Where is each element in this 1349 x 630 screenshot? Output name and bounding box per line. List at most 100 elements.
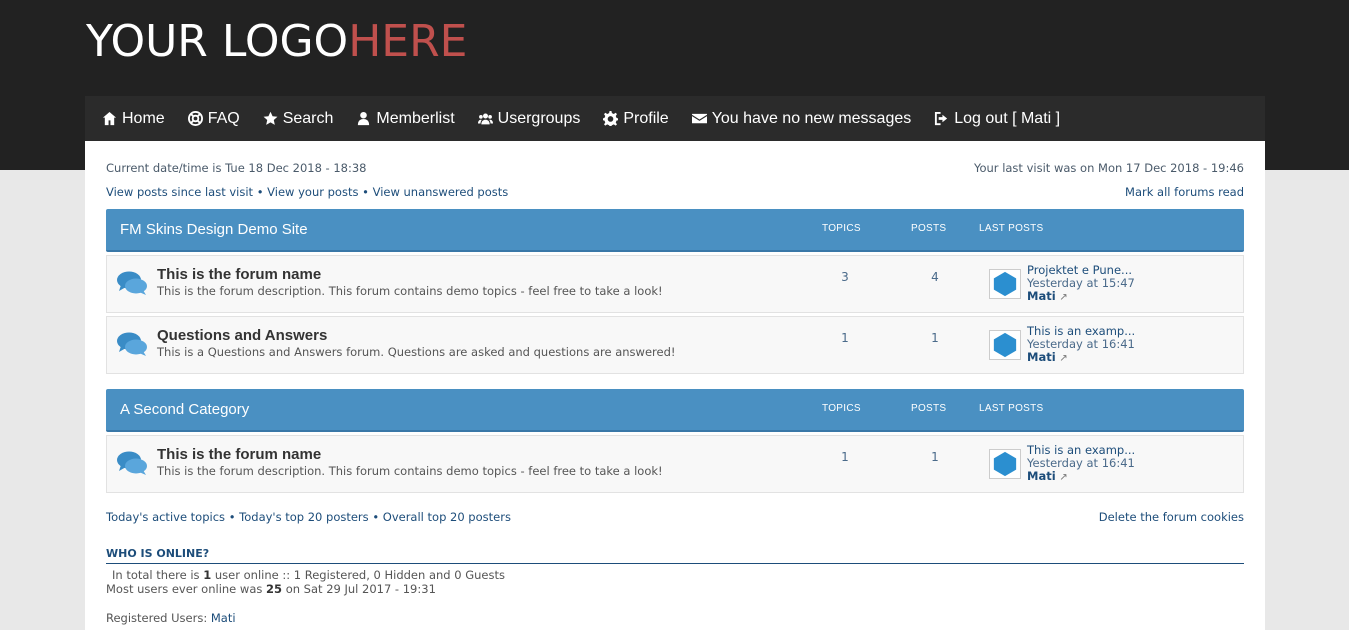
today-top-link[interactable]: Today's top 20 posters xyxy=(239,510,369,524)
record-text: Most users ever online was xyxy=(106,582,263,596)
registered-label: Registered Users: xyxy=(106,611,208,625)
main-nav: Home FAQ Search Memberlist Usergroups Pr… xyxy=(85,96,1265,141)
gear-icon xyxy=(603,111,619,126)
logo-main-text: YOUR LOGO xyxy=(86,16,349,67)
view-latest-icon[interactable]: ↗ xyxy=(1059,353,1067,364)
posts-header: POSTS xyxy=(911,403,947,414)
forum-description: This is the forum description. This foru… xyxy=(157,284,663,298)
topic-count: 1 xyxy=(841,331,849,345)
star-icon xyxy=(263,111,278,125)
category-title[interactable]: A Second Category xyxy=(120,401,249,418)
delete-cookies-link[interactable]: Delete the forum cookies xyxy=(1099,510,1244,524)
nav-label: Home xyxy=(122,109,165,127)
forum-name[interactable]: This is the forum name xyxy=(157,266,321,283)
nav-label: You have no new messages xyxy=(711,109,912,127)
lifebuoy-icon xyxy=(187,111,203,126)
nav-messages[interactable]: You have no new messages xyxy=(691,109,912,128)
separator: • xyxy=(228,510,236,524)
nav-label: Log out [ Mati ] xyxy=(954,109,1061,127)
last-post-info: This is an examp... Yesterday at 16:41 M… xyxy=(1027,325,1135,365)
nav-label: Memberlist xyxy=(376,109,455,127)
post-count: 1 xyxy=(931,331,939,345)
nav-memberlist[interactable]: Memberlist xyxy=(356,109,455,128)
nav-search[interactable]: Search xyxy=(263,109,334,128)
site-logo[interactable]: YOUR LOGOHERE xyxy=(86,14,467,70)
online-count: 1 xyxy=(203,568,212,582)
record-text: on Sat 29 Jul 2017 - 19:31 xyxy=(285,582,436,596)
home-icon xyxy=(102,111,117,126)
topics-header: TOPICS xyxy=(822,223,861,234)
chat-bubbles-icon xyxy=(117,271,147,295)
online-text: user online :: 1 Registered, 0 Hidden an… xyxy=(214,568,505,582)
today-active-link[interactable]: Today's active topics xyxy=(106,510,225,524)
last-post-user[interactable]: Mati xyxy=(1027,289,1056,303)
quick-links: View posts since last visit • View your … xyxy=(106,185,1244,199)
overall-top-link[interactable]: Overall top 20 posters xyxy=(383,510,511,524)
category-block: FM Skins Design Demo Site TOPICS POSTS L… xyxy=(106,209,1244,374)
avatar-logo-icon xyxy=(993,451,1017,477)
avatar[interactable] xyxy=(989,330,1021,360)
separator: • xyxy=(372,510,380,524)
user-icon xyxy=(358,111,370,126)
users-icon xyxy=(477,113,493,125)
forum-row: This is the forum name This is the forum… xyxy=(106,255,1244,313)
view-latest-icon[interactable]: ↗ xyxy=(1059,292,1067,303)
chat-bubbles-icon xyxy=(117,451,147,475)
view-yours-link[interactable]: View your posts xyxy=(267,185,358,199)
registered-user-link[interactable]: Mati xyxy=(211,611,236,625)
forum-description: This is the forum description. This foru… xyxy=(157,464,663,478)
nav-usergroups[interactable]: Usergroups xyxy=(477,109,581,128)
posts-header: POSTS xyxy=(911,223,947,234)
online-total: In total there is 1 user online :: 1 Reg… xyxy=(112,568,505,582)
avatar[interactable] xyxy=(989,449,1021,479)
avatar-logo-icon xyxy=(993,271,1017,297)
online-text: In total there is xyxy=(112,568,200,582)
logout-icon xyxy=(935,111,948,126)
envelope-icon xyxy=(691,113,707,124)
view-unanswered-link[interactable]: View unanswered posts xyxy=(373,185,509,199)
last-post-info: Projektet e Pune... Yesterday at 15:47 M… xyxy=(1027,264,1135,304)
current-datetime: Current date/time is Tue 18 Dec 2018 - 1… xyxy=(106,161,367,175)
chat-bubbles-icon xyxy=(117,332,147,356)
last-post-info: This is an examp... Yesterday at 16:41 M… xyxy=(1027,444,1135,484)
separator: • xyxy=(256,185,264,199)
bottom-links: Today's active topics • Today's top 20 p… xyxy=(106,510,1244,524)
nav-label: Profile xyxy=(623,109,669,127)
registered-users: Registered Users: Mati xyxy=(106,611,236,625)
avatar-logo-icon xyxy=(993,332,1017,358)
nav-label: FAQ xyxy=(207,109,240,127)
separator: • xyxy=(362,185,369,199)
post-count: 1 xyxy=(931,450,939,464)
last-post-user[interactable]: Mati xyxy=(1027,469,1056,483)
last-visit: Your last visit was on Mon 17 Dec 2018 -… xyxy=(973,161,1244,175)
topics-header: TOPICS xyxy=(822,403,861,414)
date-info: Current date/time is Tue 18 Dec 2018 - 1… xyxy=(106,161,1244,175)
last-post-user[interactable]: Mati xyxy=(1027,350,1056,364)
nav-faq[interactable]: FAQ xyxy=(187,109,240,128)
nav-profile[interactable]: Profile xyxy=(603,109,669,128)
forum-row: This is the forum name This is the forum… xyxy=(106,435,1244,493)
category-header: A Second Category TOPICS POSTS LAST POST… xyxy=(106,389,1244,432)
post-count: 4 xyxy=(931,270,939,284)
nav-label: Usergroups xyxy=(497,109,581,127)
nav-label: Search xyxy=(282,109,334,127)
avatar[interactable] xyxy=(989,269,1021,299)
category-title[interactable]: FM Skins Design Demo Site xyxy=(120,221,308,238)
content-panel: Current date/time is Tue 18 Dec 2018 - 1… xyxy=(85,141,1265,630)
record-count: 25 xyxy=(266,582,283,596)
topic-count: 1 xyxy=(841,450,849,464)
mark-read-link[interactable]: Mark all forums read xyxy=(1125,185,1244,199)
forum-row: Questions and Answers This is a Question… xyxy=(106,316,1244,374)
category-header: FM Skins Design Demo Site TOPICS POSTS L… xyxy=(106,209,1244,252)
nav-home[interactable]: Home xyxy=(102,110,165,128)
view-latest-icon[interactable]: ↗ xyxy=(1059,472,1067,483)
view-since-link[interactable]: View posts since last visit xyxy=(106,185,253,199)
topic-count: 3 xyxy=(841,270,849,284)
forum-name[interactable]: Questions and Answers xyxy=(157,327,327,344)
category-block: A Second Category TOPICS POSTS LAST POST… xyxy=(106,389,1244,493)
forum-name[interactable]: This is the forum name xyxy=(157,446,321,463)
last-posts-header: LAST POSTS xyxy=(979,223,1044,234)
nav-logout[interactable]: Log out [ Mati ] xyxy=(934,110,1060,128)
online-record: Most users ever online was 25 on Sat 29 … xyxy=(106,582,436,596)
forum-description: This is a Questions and Answers forum. Q… xyxy=(157,345,676,359)
